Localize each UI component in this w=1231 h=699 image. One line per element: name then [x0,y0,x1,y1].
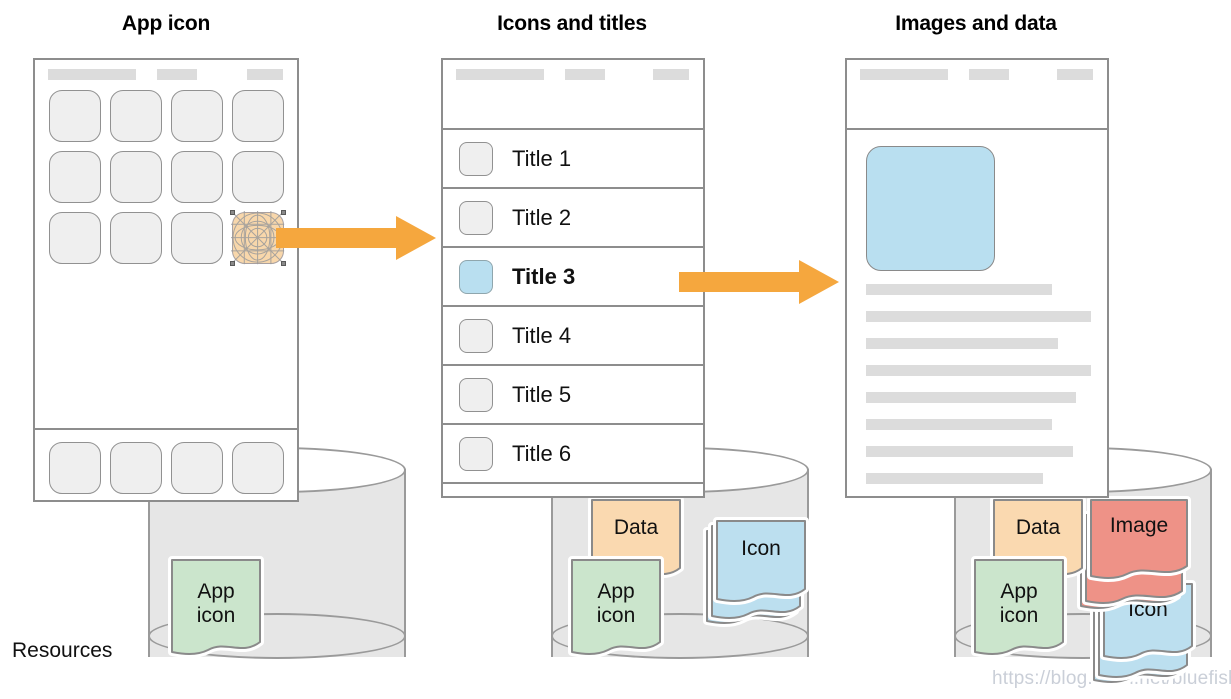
list-item-icon [459,318,493,353]
list-item-title-3-selected[interactable]: Title 3 [443,248,703,307]
list-item-icon [459,436,493,471]
status-chip-left [860,69,948,80]
status-chip-right [653,69,689,80]
status-bar [443,60,703,86]
status-chip-left [456,69,544,80]
list-item-title-5[interactable]: Title 5 [443,366,703,425]
detail-header-separator [847,128,1107,130]
list-item-label: Title 3 [512,263,576,289]
list-item-label: Title 2 [512,204,572,230]
list-item-label: Title 4 [512,322,572,348]
diagram-canvas: App icon Icons and titles Images and dat… [0,0,1231,699]
list-item-icon [459,141,493,176]
resources-caption: Resources [12,639,113,662]
status-chip-left [48,69,136,80]
status-chip-middle [969,69,1009,80]
list-item-title-1[interactable]: Title 1 [443,130,703,189]
dock-tile[interactable] [110,442,162,494]
list-item-title-6[interactable]: Title 6 [443,425,703,484]
app-icon-screen-panel [33,58,299,502]
detail-text-lines [866,284,1092,500]
status-bar [847,60,1107,86]
dock-row [49,442,284,494]
resource-card-app-icon: App icon [568,556,664,661]
images-and-data-screen-panel [845,58,1109,498]
column-title-app-icon: App icon [121,12,211,35]
resource-card-app-icon: App icon [971,556,1067,661]
text-line [866,473,1043,484]
status-bar [35,60,297,86]
status-chip-right [247,69,283,80]
resource-card-icon: Icon [713,517,815,623]
app-tile[interactable] [171,90,223,142]
column-title-icons-and-titles: Icons and titles [497,12,647,35]
app-icon-grid [49,90,287,273]
text-line [866,284,1052,295]
list-item-label: Title 6 [512,440,572,466]
list-item-icon [459,377,493,412]
selection-handle-bl[interactable] [230,261,235,266]
app-grid-row [49,210,287,266]
list-item-label: Title 5 [512,381,572,407]
text-line [866,392,1076,403]
dock-tile[interactable] [171,442,223,494]
app-tile[interactable] [49,90,101,142]
text-line [866,338,1058,349]
app-tile[interactable] [171,212,223,264]
arrow-list-to-detail [679,258,841,311]
column-title-images-and-data: Images and data [895,12,1057,35]
dock-tile[interactable] [49,442,101,494]
detail-image-placeholder [866,146,995,271]
dock-tile[interactable] [232,442,284,494]
app-tile[interactable] [49,212,101,264]
selection-handle-tl[interactable] [230,210,235,215]
resource-card-image: Image [1087,496,1197,600]
status-chip-right [1057,69,1093,80]
list-item-label: Title 1 [512,145,572,171]
app-tile[interactable] [232,90,284,142]
title-list: Title 1 Title 2 Title 3 Title 4 Title 5 … [443,130,703,484]
app-tile[interactable] [171,151,223,203]
text-line [866,419,1052,430]
list-item-title-4[interactable]: Title 4 [443,307,703,366]
dock-separator [35,428,297,430]
app-tile[interactable] [232,151,284,203]
arrow-app-to-list [276,214,438,267]
app-grid-row [49,151,287,203]
app-tile[interactable] [110,151,162,203]
status-chip-middle [565,69,605,80]
app-tile[interactable] [110,212,162,264]
app-grid-row [49,90,287,142]
text-line [866,365,1091,376]
list-item-icon [459,259,493,294]
text-line [866,446,1073,457]
text-line [866,311,1091,322]
icons-and-titles-screen-panel: Title 1 Title 2 Title 3 Title 4 Title 5 … [441,58,705,498]
app-tile[interactable] [110,90,162,142]
list-item-title-2[interactable]: Title 2 [443,189,703,248]
app-tile[interactable] [49,151,101,203]
status-chip-middle [157,69,197,80]
list-item-icon [459,200,493,235]
resource-card-app-icon: App icon [168,556,264,661]
